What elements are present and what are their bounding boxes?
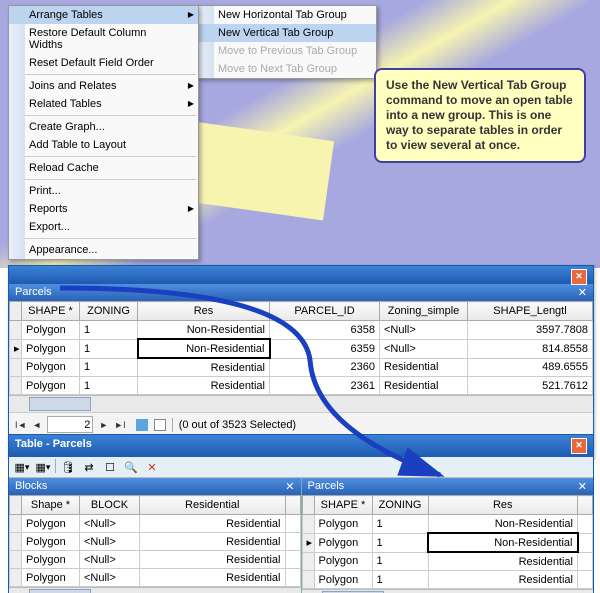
context-menu: Arrange Tables▶ Restore Default Column W…	[8, 5, 199, 260]
zoom-selected-icon[interactable]: 🔍	[122, 459, 140, 475]
menu-reports[interactable]: Reports▶	[9, 200, 198, 218]
table-row: Polygon<Null>Residential	[10, 533, 301, 551]
table-window-split: Table - Parcels ✕ ▦▾ ▦▾ 🛢 ⇄ ☐ 🔍 ✕ Blocks✕…	[8, 434, 594, 593]
close-icon[interactable]: ✕	[571, 269, 587, 285]
menu-print[interactable]: Print...	[9, 182, 198, 200]
menu-move-to-next: Move to Next Tab Group	[198, 60, 376, 78]
data-grid[interactable]: Shape *BLOCKResidential Polygon<Null>Res…	[9, 495, 301, 587]
record-position-input[interactable]	[47, 416, 93, 433]
menu-reload-cache[interactable]: Reload Cache	[9, 159, 198, 177]
menu-export[interactable]: Export...	[9, 218, 198, 236]
nav-last-button[interactable]: ►I	[114, 420, 125, 430]
help-callout: Use the New Vertical Tab Group command t…	[374, 68, 586, 163]
menu-related-tables[interactable]: Related Tables▶	[9, 95, 198, 113]
table-options-icon[interactable]: ▦▾	[13, 459, 31, 475]
select-by-attr-icon[interactable]: 🛢	[59, 459, 77, 475]
left-pane-blocks: Blocks✕ Shape *BLOCKResidential Polygon<…	[9, 478, 302, 593]
menu-reset-field-order[interactable]: Reset Default Field Order	[9, 54, 198, 72]
table-toolbar: ▦▾ ▦▾ 🛢 ⇄ ☐ 🔍 ✕	[9, 457, 593, 478]
nav-next-button[interactable]: ►	[99, 420, 108, 430]
menu-create-graph[interactable]: Create Graph...	[9, 118, 198, 136]
nav-first-button[interactable]: I◄	[15, 420, 26, 430]
menu-restore-column-widths[interactable]: Restore Default Column Widths	[9, 24, 198, 54]
switch-selection-icon[interactable]: ⇄	[80, 459, 98, 475]
right-pane-parcels: Parcels✕ SHAPE *ZONINGRes Polygon1Non-Re…	[302, 478, 594, 593]
horizontal-scrollbar[interactable]	[302, 589, 594, 593]
menu-new-horizontal-tab-group[interactable]: New Horizontal Tab Group	[198, 6, 376, 24]
table-row: Polygon<Null>Residential	[10, 569, 301, 587]
table-row: ▸Polygon1Non-Residential	[302, 533, 593, 552]
menu-move-to-previous: Move to Previous Tab Group	[198, 42, 376, 60]
table-row: Polygon1Residential	[302, 571, 593, 589]
nav-prev-button[interactable]: ◄	[32, 420, 41, 430]
menu-arrange-tables[interactable]: Arrange Tables▶	[9, 6, 198, 24]
close-icon[interactable]: ✕	[571, 438, 587, 454]
clear-selection-icon[interactable]: ☐	[101, 459, 119, 475]
table-row: Polygon1Non-Residential	[302, 515, 593, 534]
table-row: ▸Polygon1Non-Residential6359<Null>814.85…	[10, 339, 593, 358]
close-group-icon[interactable]: ✕	[578, 480, 587, 493]
menu-add-table-to-layout[interactable]: Add Table to Layout	[9, 136, 198, 154]
group-tab-parcels[interactable]: Parcels✕	[9, 284, 593, 301]
chevron-right-icon: ▶	[188, 204, 194, 213]
data-grid[interactable]: SHAPE *ZONINGResPARCEL_IDZoning_simpleSH…	[9, 301, 593, 395]
related-tables-icon[interactable]: ▦▾	[34, 459, 52, 475]
selection-status: (0 out of 3523 Selected)	[179, 419, 296, 431]
table-row: Polygon<Null>Residential	[10, 551, 301, 569]
column-headers[interactable]: SHAPE *ZONINGResPARCEL_IDZoning_simpleSH…	[10, 302, 593, 321]
menu-joins-relates[interactable]: Joins and Relates▶	[9, 77, 198, 95]
show-all-icon[interactable]	[136, 419, 148, 431]
submenu-arrange-tables: New Horizontal Tab Group New Vertical Ta…	[197, 5, 377, 79]
record-navigator: I◄ ◄ ► ►I (0 out of 3523 Selected)	[9, 412, 593, 436]
show-selected-icon[interactable]	[154, 419, 166, 431]
table-row: Polygon<Null>Residential	[10, 515, 301, 533]
menu-appearance[interactable]: Appearance...	[9, 241, 198, 259]
chevron-right-icon: ▶	[188, 81, 194, 90]
table-row: Polygon1Non-Residential6358<Null>3597.78…	[10, 321, 593, 340]
table-window-parcels: ✕ Parcels✕ SHAPE *ZONINGResPARCEL_IDZoni…	[8, 265, 594, 459]
close-group-icon[interactable]: ✕	[578, 286, 587, 299]
delete-selected-icon[interactable]: ✕	[143, 459, 161, 475]
menu-new-vertical-tab-group[interactable]: New Vertical Tab Group	[198, 24, 376, 42]
horizontal-scrollbar[interactable]	[9, 395, 593, 412]
table-row: Polygon1Residential2361Residential521.76…	[10, 377, 593, 395]
table-row: Polygon1Residential2360Residential489.65…	[10, 358, 593, 377]
chevron-right-icon: ▶	[188, 10, 194, 19]
window-title: Table - Parcels	[15, 438, 92, 454]
data-grid[interactable]: SHAPE *ZONINGRes Polygon1Non-Residential…	[302, 495, 594, 589]
horizontal-scrollbar[interactable]	[9, 587, 301, 593]
close-group-icon[interactable]: ✕	[285, 480, 294, 493]
table-row: Polygon1Residential	[302, 552, 593, 571]
chevron-right-icon: ▶	[188, 99, 194, 108]
